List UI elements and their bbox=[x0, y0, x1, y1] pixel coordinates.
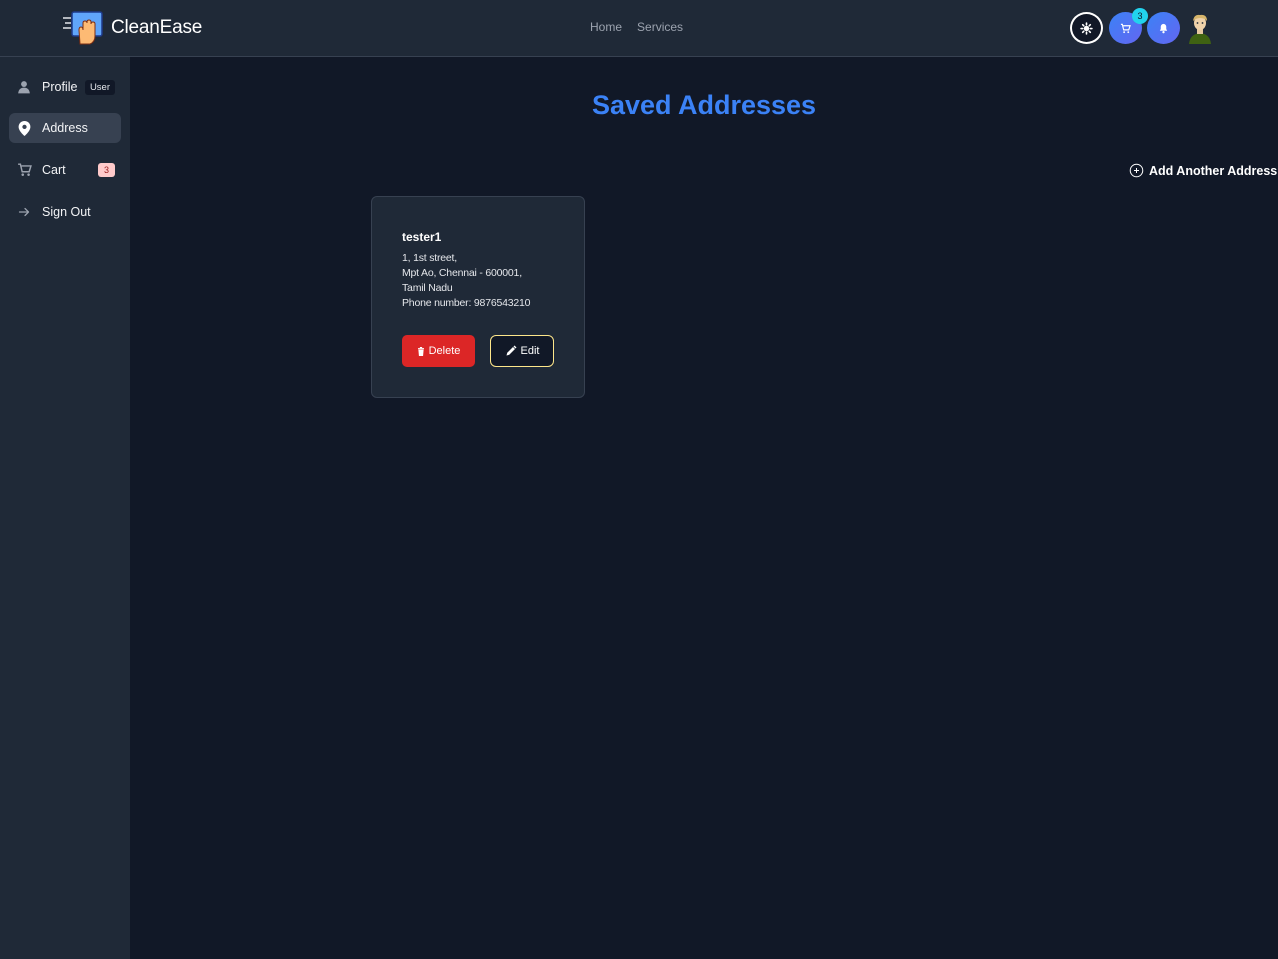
trash-icon bbox=[417, 346, 424, 356]
arrow-right-icon bbox=[16, 204, 32, 220]
settings-button[interactable] bbox=[1070, 12, 1103, 44]
cart-count-badge: 3 bbox=[1132, 8, 1148, 24]
address-line: 1, 1st street, bbox=[402, 252, 457, 264]
sidebar-item-profile[interactable]: Profile User bbox=[9, 72, 121, 102]
nav-services-link[interactable]: Services bbox=[637, 20, 683, 34]
pencil-icon bbox=[506, 345, 517, 356]
cleanease-logo-icon bbox=[62, 10, 106, 46]
top-navbar: CleanEase Home Services 3 bbox=[0, 0, 1278, 57]
user-avatar[interactable] bbox=[1186, 12, 1214, 44]
sidebar-item-sign-out[interactable]: Sign Out bbox=[9, 197, 121, 227]
notifications-button[interactable] bbox=[1147, 12, 1180, 44]
sidebar-item-address[interactable]: Address bbox=[9, 113, 121, 143]
add-address-button[interactable]: Add Another Address bbox=[1129, 163, 1277, 178]
sidebar-item-label: Sign Out bbox=[42, 205, 91, 219]
sidebar: Profile User Address Cart 3 Sign Out bbox=[0, 57, 130, 959]
delete-address-button[interactable]: Delete bbox=[402, 335, 475, 367]
bell-icon bbox=[1159, 23, 1168, 33]
sidebar-item-label: Cart bbox=[42, 163, 66, 177]
address-line: Mpt Ao, Chennai - 600001, bbox=[402, 267, 522, 279]
settings-icon bbox=[1080, 21, 1093, 35]
brand[interactable]: CleanEase bbox=[62, 10, 202, 46]
nav-home-link[interactable]: Home bbox=[590, 20, 622, 34]
sidebar-item-label: Address bbox=[42, 121, 88, 135]
plus-circle-icon bbox=[1129, 163, 1144, 178]
role-badge: User bbox=[84, 79, 115, 95]
delete-label: Delete bbox=[428, 345, 461, 357]
address-card: tester1 1, 1st street, Mpt Ao, Chennai -… bbox=[371, 196, 585, 398]
location-pin-icon bbox=[16, 120, 32, 136]
person-icon bbox=[16, 79, 32, 95]
sidebar-item-cart[interactable]: Cart 3 bbox=[9, 155, 121, 185]
cart-count-badge: 3 bbox=[98, 163, 115, 177]
cart-icon bbox=[1120, 23, 1131, 33]
address-name: tester1 bbox=[402, 230, 442, 244]
sidebar-item-label: Profile bbox=[42, 80, 78, 94]
address-state: Tamil Nadu bbox=[402, 282, 453, 294]
address-phone: Phone number: 9876543210 bbox=[402, 297, 531, 309]
cart-icon bbox=[16, 162, 32, 178]
edit-label: Edit bbox=[520, 345, 540, 357]
brand-name: CleanEase bbox=[111, 17, 203, 38]
main-nav: Home Services bbox=[590, 20, 683, 34]
page-title: Saved Addresses bbox=[591, 90, 817, 120]
edit-address-button[interactable]: Edit bbox=[490, 335, 554, 367]
add-address-label: Add Another Address bbox=[1149, 163, 1278, 178]
header-cart-button[interactable]: 3 bbox=[1109, 8, 1148, 44]
